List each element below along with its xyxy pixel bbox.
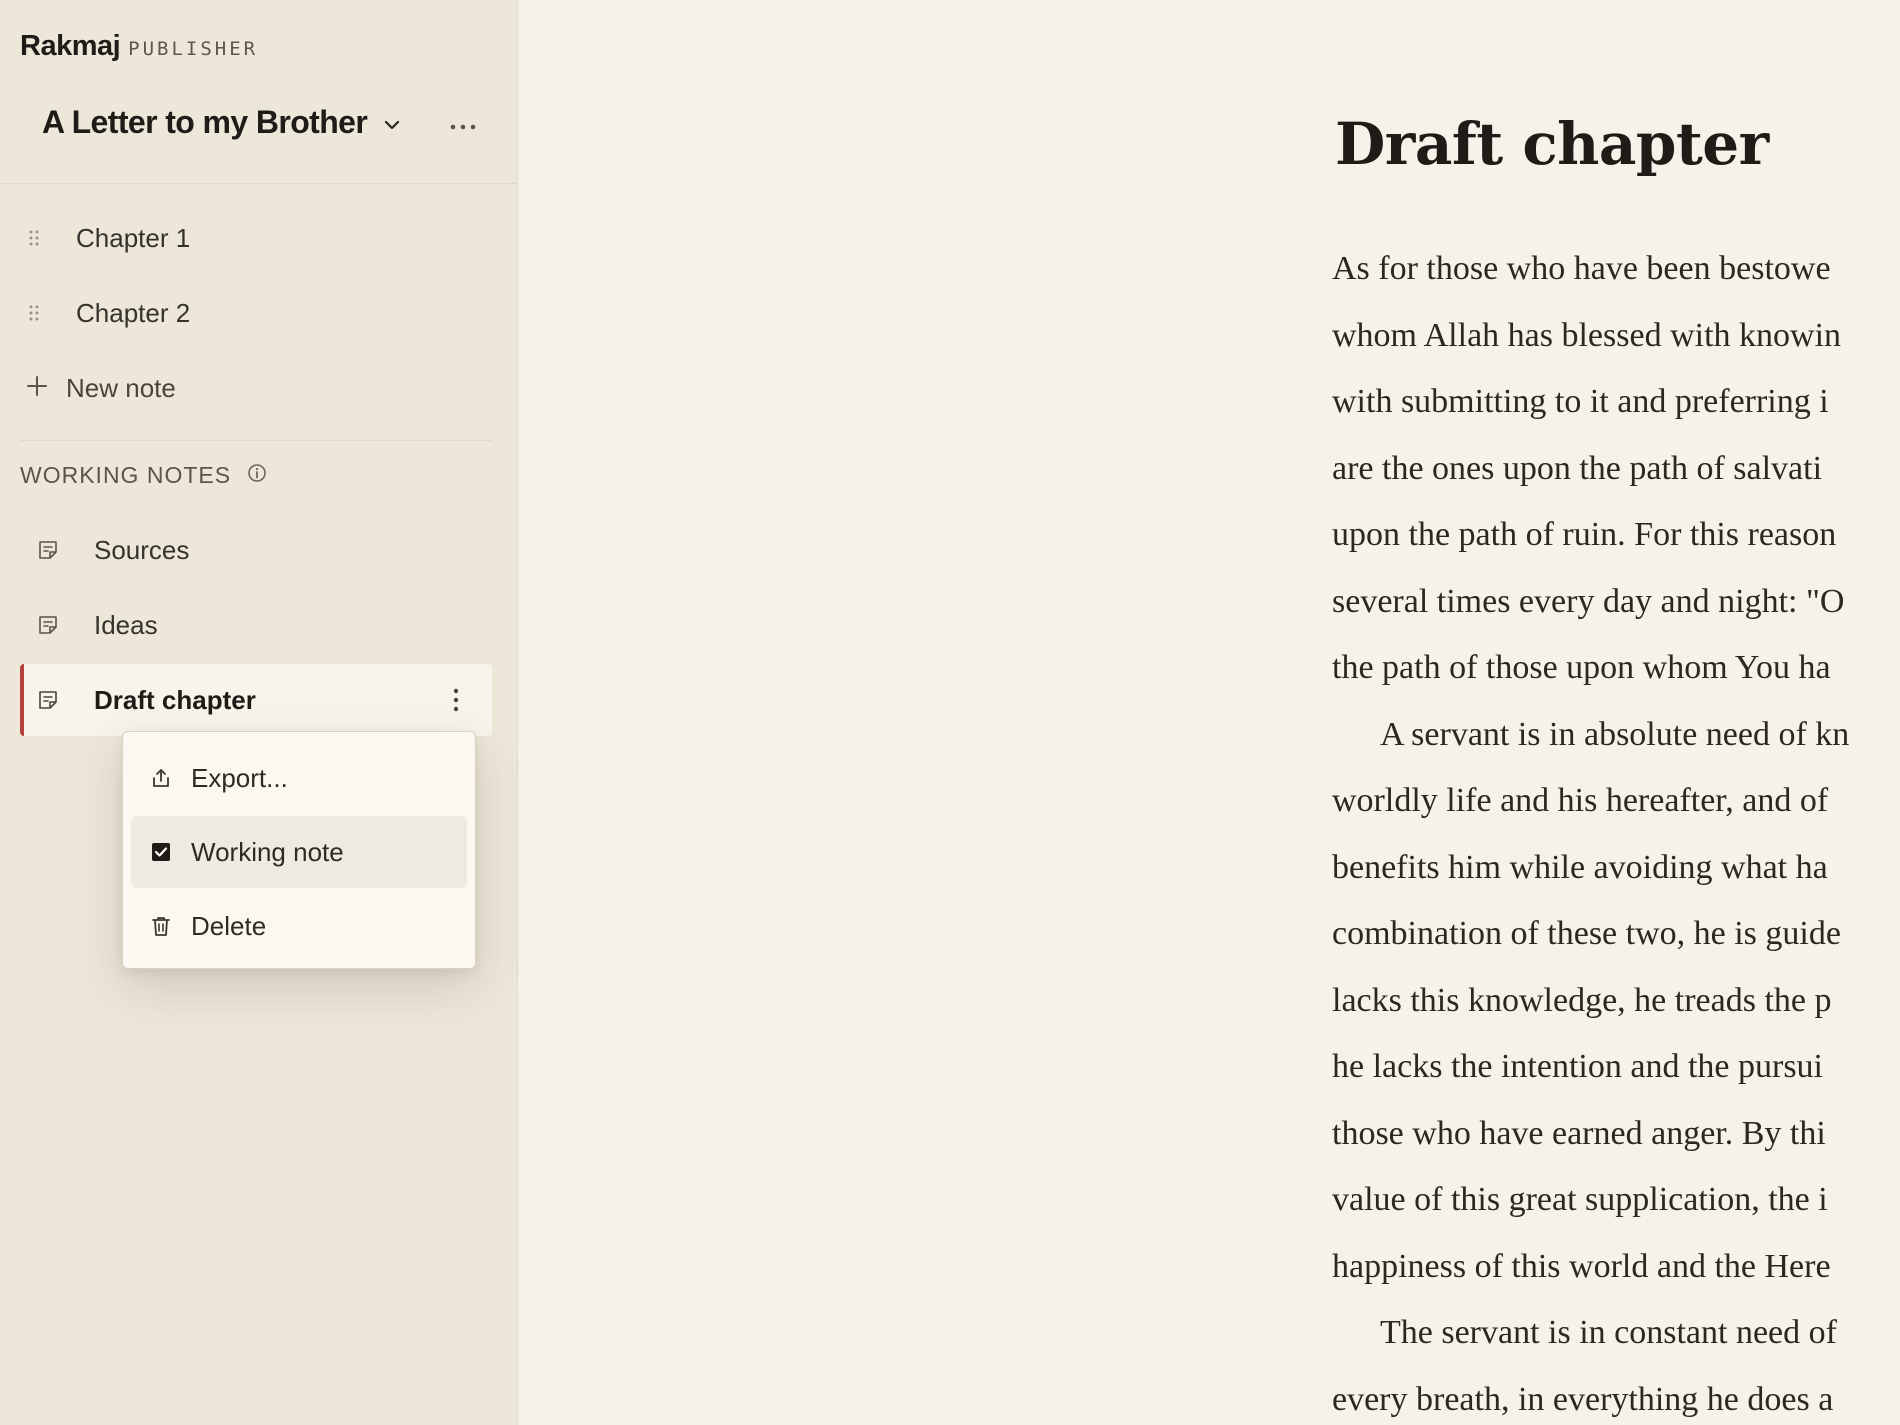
note-label: Sources [94,534,190,565]
drag-handle-icon[interactable] [26,228,42,248]
note-icon [36,688,60,712]
chapter-label: Chapter 1 [76,222,191,253]
section-divider [20,440,492,441]
document-line: whom Allah has blessed with knowin [1332,316,1842,354]
document-line: with submitting to it and preferring i [1332,383,1829,420]
menu-item-label: Export... [191,762,288,793]
document-line: upon the path of ruin. For this reason [1332,516,1837,553]
project-more-button[interactable] [446,112,480,142]
editor-area: Draft chapter As for those who have been… [519,0,1900,1425]
document-line: those who have earned anger. By thi [1332,1114,1826,1152]
document-line: the path of those upon whom You ha [1332,649,1831,686]
sidebar-item-sources[interactable]: Sources [20,514,492,586]
document-line: A servant is in absolute need of kn [1380,715,1850,753]
sidebar: Rakmaj PUBLISHER A Letter to my Brother … [0,0,518,1425]
note-label: Ideas [94,609,158,640]
sidebar-item-ideas[interactable]: Ideas [20,589,492,661]
sidebar-item-chapter-2[interactable]: Chapter 2 [20,283,492,343]
project-title: A Letter to my Brother [42,104,368,140]
info-icon[interactable] [247,463,267,488]
document-line: value of this great supplication, the i [1332,1181,1828,1218]
menu-item-delete[interactable]: Delete [131,890,467,962]
document-line: The servant is in constant need of [1380,1314,1837,1351]
document-line: combination of these two, he is guide [1332,915,1841,952]
document-line: he lacks the intention and the pursui [1332,1048,1823,1085]
menu-item-working-note[interactable]: Working note [131,816,467,888]
brand: Rakmaj PUBLISHER [20,30,258,63]
document-line: several times every day and night: "O [1332,582,1845,620]
working-notes-title: WORKING NOTES [20,462,232,488]
document-title[interactable]: Draft chapter [1335,110,1769,178]
document-line: As for those who have been bestowe [1332,250,1831,287]
export-icon [149,766,173,790]
document-line: happiness of this world and the Here [1332,1247,1831,1285]
document-line: are the ones upon the path of salvati [1332,449,1823,487]
menu-item-label: Working note [191,836,344,867]
document-line: worldly life and his hereafter, and of [1332,782,1829,819]
sidebar-item-draft-chapter[interactable]: Draft chapter [20,664,492,736]
trash-icon [149,914,173,938]
note-icon [36,538,60,562]
note-more-button[interactable] [446,682,466,718]
new-note-label: New note [66,372,176,403]
new-note-button[interactable]: New note [26,360,176,416]
note-label: Draft chapter [94,684,256,715]
chapter-label: Chapter 2 [76,297,191,328]
document-body[interactable]: As for those who have been bestowe whom … [1332,236,1900,1425]
sidebar-divider [0,183,518,184]
more-horizontal-icon [450,118,476,136]
document-line: benefits him while avoiding what ha [1332,848,1828,886]
brand-tag: PUBLISHER [128,38,259,60]
project-switcher[interactable]: A Letter to my Brother [42,104,403,141]
menu-item-export[interactable]: Export... [131,742,467,814]
document-line: every breath, in everything he does a [1332,1380,1834,1418]
sidebar-item-chapter-1[interactable]: Chapter 1 [20,208,492,268]
plus-icon [26,375,48,402]
drag-handle-icon[interactable] [26,303,42,323]
brand-name: Rakmaj [20,30,121,62]
document-line: lacks this knowledge, he treads the p [1332,981,1832,1019]
chevron-down-icon [381,114,403,136]
menu-item-label: Delete [191,910,267,941]
note-icon [36,613,60,637]
note-context-menu: Export... Working note Delete [122,731,476,969]
checkbox-checked-icon[interactable] [149,840,173,864]
working-notes-header: WORKING NOTES [20,462,267,489]
